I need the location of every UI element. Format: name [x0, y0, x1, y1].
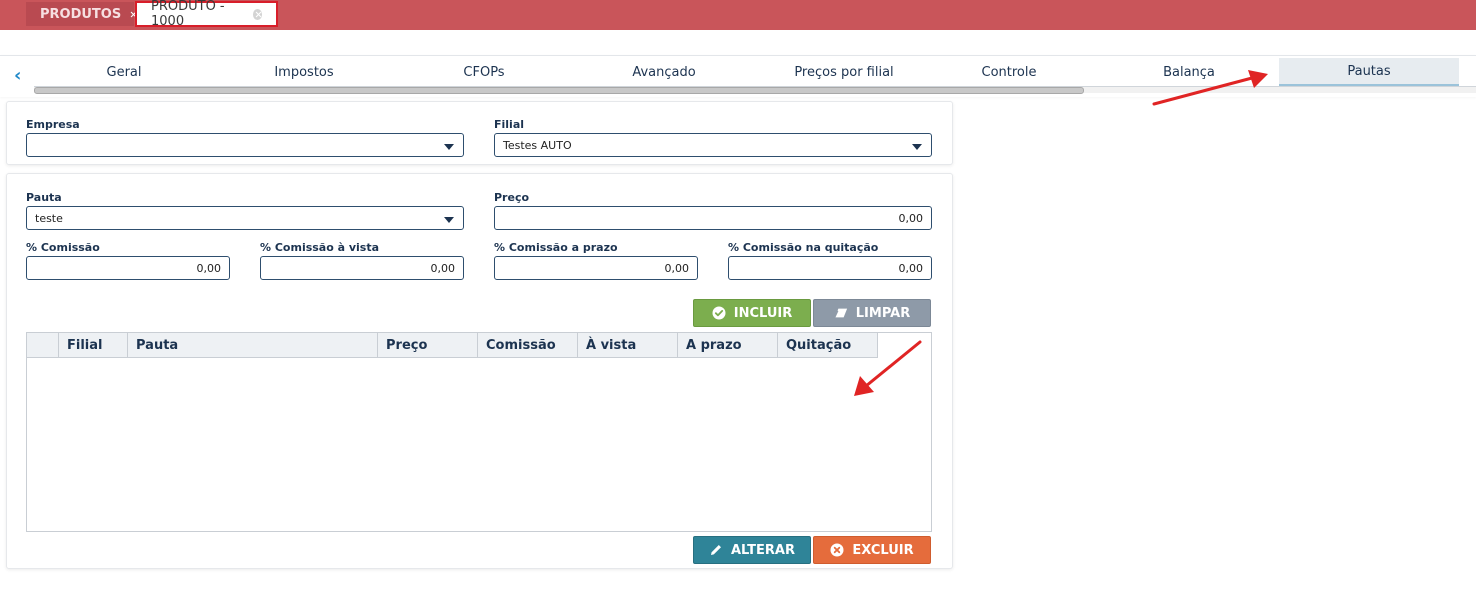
tab-label: Impostos	[274, 64, 334, 80]
tab-impostos[interactable]: Impostos	[234, 58, 374, 86]
comissao-prazo-label: % Comissão a prazo	[494, 241, 618, 254]
tab-label: Preços por filial	[794, 64, 894, 80]
annotation-arrow-icon	[1152, 70, 1268, 106]
tab-label: Geral	[106, 64, 142, 80]
doc-tab-produto-1000[interactable]: PRODUTO - 1000	[135, 0, 278, 29]
tab-label: Pautas	[1347, 63, 1391, 79]
comissao-input[interactable]: 0,00	[26, 256, 230, 280]
doc-tab-produtos[interactable]: PRODUTOS	[26, 2, 134, 26]
check-circle-icon	[712, 306, 726, 320]
filial-label: Filial	[494, 118, 525, 131]
caret-down-icon	[444, 144, 454, 150]
column-header-filial[interactable]: Filial	[59, 333, 128, 358]
column-header-a-vista[interactable]: À vista	[578, 333, 678, 358]
pautas-table: Filial Pauta Preço Comissão À vista A pr…	[26, 332, 932, 532]
empresa-label: Empresa	[26, 118, 80, 131]
comissao-prazo-value: 0,00	[664, 261, 690, 275]
column-header-a-prazo[interactable]: A prazo	[678, 333, 778, 358]
pauta-value: teste	[35, 211, 63, 225]
eraser-icon	[834, 306, 848, 320]
pauta-select[interactable]: teste	[26, 206, 464, 230]
filial-value: Testes AUTO	[503, 138, 572, 152]
tab-avancado[interactable]: Avançado	[594, 58, 734, 86]
table-header: Filial Pauta Preço Comissão À vista A pr…	[27, 333, 878, 358]
excluir-label: EXCLUIR	[852, 542, 914, 558]
comissao-quitacao-input[interactable]: 0,00	[728, 256, 932, 280]
alterar-button[interactable]: ALTERAR	[693, 536, 811, 564]
tab-geral[interactable]: Geral	[64, 58, 184, 86]
chevron-left-icon[interactable]: ‹	[14, 65, 21, 86]
table-header-select[interactable]	[27, 333, 59, 358]
document-tab-bar: PRODUTOS PRODUTO - 1000	[0, 0, 1476, 30]
annotation-arrow-icon	[854, 340, 922, 396]
tab-label: Controle	[981, 64, 1037, 80]
column-header-comissao[interactable]: Comissão	[478, 333, 578, 358]
alterar-label: ALTERAR	[730, 542, 796, 558]
preco-label: Preço	[494, 191, 530, 204]
comissao-label: % Comissão	[26, 241, 100, 254]
caret-down-icon	[912, 144, 922, 150]
tab-scrollbar-thumb[interactable]	[34, 87, 1084, 94]
comissao-vista-label: % Comissão à vista	[260, 241, 380, 254]
limpar-label: LIMPAR	[855, 305, 911, 321]
comissao-value: 0,00	[196, 261, 222, 275]
tab-label: Avançado	[632, 64, 696, 80]
comissao-quitacao-label: % Comissão na quitação	[728, 241, 879, 254]
column-header-pauta[interactable]: Pauta	[128, 333, 378, 358]
comissao-quitacao-value: 0,00	[898, 261, 924, 275]
preco-value: 0,00	[898, 211, 924, 225]
preco-input[interactable]: 0,00	[494, 206, 932, 230]
tab-pautas[interactable]: Pautas	[1279, 58, 1459, 86]
column-header-preco[interactable]: Preço	[378, 333, 478, 358]
doc-tab-label: PRODUTO - 1000	[151, 0, 225, 29]
empresa-select[interactable]	[26, 133, 464, 157]
comissao-prazo-input[interactable]: 0,00	[494, 256, 698, 280]
excluir-button[interactable]: EXCLUIR	[813, 536, 931, 564]
tab-cfops[interactable]: CFOPs	[424, 58, 544, 86]
comissao-vista-value: 0,00	[430, 261, 456, 275]
incluir-button[interactable]: INCLUIR	[693, 299, 811, 327]
caret-down-icon	[444, 217, 454, 223]
close-circle-icon	[830, 543, 844, 557]
limpar-button[interactable]: LIMPAR	[813, 299, 931, 327]
comissao-vista-input[interactable]: 0,00	[260, 256, 464, 280]
pencil-icon	[709, 543, 723, 557]
pauta-label: Pauta	[26, 191, 62, 204]
filial-select[interactable]: Testes AUTO	[494, 133, 932, 157]
tab-controle[interactable]: Controle	[949, 58, 1069, 86]
close-icon[interactable]	[252, 8, 262, 20]
incluir-label: INCLUIR	[733, 305, 793, 321]
doc-tab-label: PRODUTOS	[40, 6, 122, 22]
tab-label: CFOPs	[463, 64, 505, 80]
tab-precos-por-filial[interactable]: Preços por filial	[764, 58, 924, 86]
